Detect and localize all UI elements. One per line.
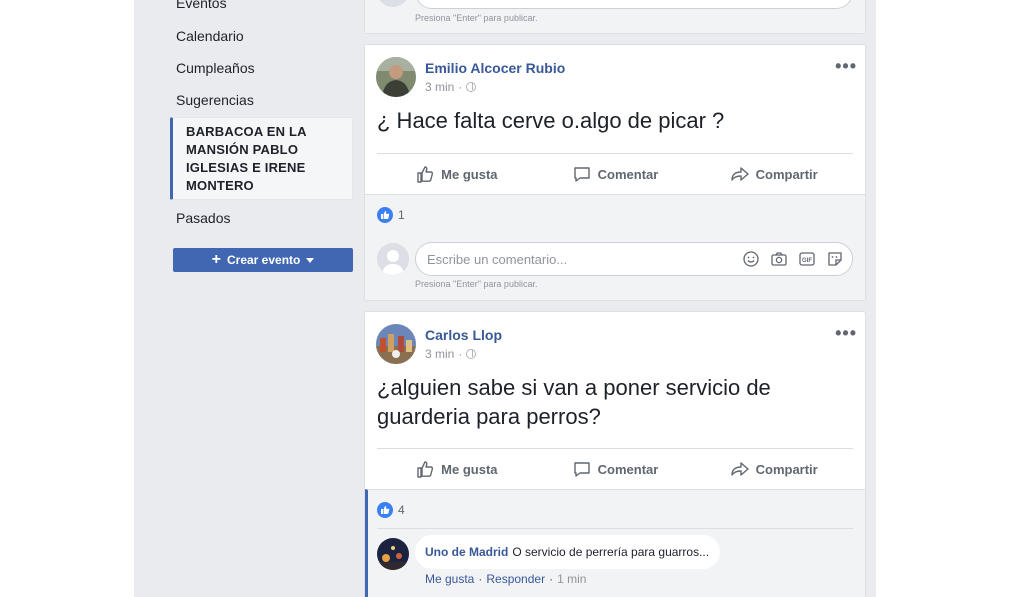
active-event-line: IGLESIAS E IRENE [186, 160, 306, 175]
sidebar-item-pasados[interactable]: Pasados [176, 210, 230, 226]
create-event-button[interactable]: + Crear evento [173, 248, 353, 272]
post-text: ¿alguien sabe si van a poner servicio de… [377, 375, 771, 429]
comment-time[interactable]: 1 min [557, 572, 586, 586]
post-actions: Me gusta Comentar Compartir [377, 450, 853, 488]
enter-hint: Presiona "Enter" para publicar. [415, 279, 538, 289]
post-actions: Me gusta Comentar Compartir [377, 155, 853, 193]
reactions-summary[interactable]: 4 [377, 502, 405, 518]
more-options-icon[interactable]: ••• [835, 57, 857, 75]
post-meta: 3 min · [425, 80, 477, 94]
active-event-line: MANSIÓN PABLO [186, 142, 299, 157]
main-canvas: Eventos Calendario Cumpleaños Sugerencia… [134, 0, 876, 597]
emoji-icon[interactable] [742, 250, 760, 268]
comment-input[interactable] [415, 0, 853, 9]
create-event-label: Crear evento [226, 253, 301, 267]
post-text: ¿ Hace falta cerve o.algo de picar ? [377, 108, 725, 133]
author-avatar[interactable] [376, 324, 416, 364]
comment-bubble: Uno de Madrid O servicio de perrería par… [415, 535, 721, 569]
avatar [377, 0, 409, 7]
post-author[interactable]: Carlos Llop [425, 327, 502, 343]
post-time[interactable]: 3 min [425, 347, 454, 361]
comment-input[interactable]: Escribe un comentario... GIF [415, 242, 853, 276]
comment-button[interactable]: Comentar [536, 450, 695, 488]
comment-like-link[interactable]: Me gusta [425, 572, 474, 586]
author-avatar[interactable] [376, 57, 416, 97]
reactions-summary[interactable]: 1 [377, 207, 405, 223]
plus-icon: + [211, 250, 221, 268]
divider [377, 528, 853, 529]
svg-text:GIF: GIF [802, 258, 812, 264]
page: Eventos Calendario Cumpleaños Sugerencia… [0, 0, 1010, 597]
post-card: Emilio Alcocer Rubio 3 min · ••• ¿ Hace … [364, 44, 866, 301]
post-card: Carlos Llop 3 min · ••• ¿alguien sabe si… [364, 311, 866, 597]
comment-author[interactable]: Uno de Madrid [425, 545, 508, 559]
sidebar-item-eventos[interactable]: Eventos [176, 0, 227, 11]
share-icon [730, 167, 749, 181]
sidebar-item-sugerencias[interactable]: Sugerencias [176, 92, 254, 108]
post-time[interactable]: 3 min [425, 80, 454, 94]
camera-icon[interactable] [770, 250, 788, 268]
more-options-icon[interactable]: ••• [835, 324, 857, 342]
sidebar-item-calendario[interactable]: Calendario [176, 28, 244, 44]
sticker-icon[interactable] [826, 250, 844, 268]
comment-text: O servicio de perrería para guarros... [512, 545, 710, 559]
comment-placeholder: Escribe un comentario... [427, 251, 568, 267]
active-event-line: MONTERO [186, 178, 254, 193]
commenter-avatar[interactable] [377, 538, 409, 570]
like-reaction-icon [377, 207, 393, 223]
avatar [377, 243, 409, 275]
thumbs-up-icon [417, 461, 434, 478]
share-button[interactable]: Compartir [694, 155, 853, 193]
like-button[interactable]: Me gusta [377, 450, 536, 488]
comment-area: 1 Escribe un comentario... GIF Presiona … [365, 194, 865, 300]
active-event-line: BARBACOA EN LA [186, 124, 307, 139]
divider [377, 153, 853, 154]
thumbs-up-icon [417, 166, 434, 183]
like-reaction-icon [377, 502, 393, 518]
comment-icon [573, 462, 590, 477]
divider [377, 448, 853, 449]
comment-icon [573, 167, 590, 182]
gif-icon[interactable]: GIF [798, 250, 816, 268]
enter-hint: Presiona "Enter" para publicar. [415, 13, 538, 23]
globe-icon [466, 349, 477, 359]
comment-reply-link[interactable]: Responder [486, 572, 545, 586]
comment-button[interactable]: Comentar [536, 155, 695, 193]
comment-area: 4 Uno de Madrid O servicio de perrería p… [365, 489, 865, 597]
previous-post-card: Presiona "Enter" para publicar. [364, 0, 866, 34]
share-button[interactable]: Compartir [694, 450, 853, 488]
sidebar-item-cumpleanos[interactable]: Cumpleaños [176, 60, 255, 76]
post-meta: 3 min · [425, 347, 477, 361]
sidebar-item-active-event[interactable]: BARBACOA EN LA MANSIÓN PABLO IGLESIAS E … [170, 117, 353, 200]
comment-area: Presiona "Enter" para publicar. [365, 0, 865, 33]
post-author[interactable]: Emilio Alcocer Rubio [425, 60, 565, 76]
reactions-count: 1 [398, 208, 405, 222]
reactions-count: 4 [398, 503, 405, 517]
comment-actions: Me gusta · Responder · 1 min [425, 572, 587, 586]
share-icon [730, 462, 749, 476]
comment-tools: GIF [742, 250, 844, 268]
caret-down-icon [306, 258, 315, 263]
like-button[interactable]: Me gusta [377, 155, 536, 193]
globe-icon [466, 82, 477, 92]
